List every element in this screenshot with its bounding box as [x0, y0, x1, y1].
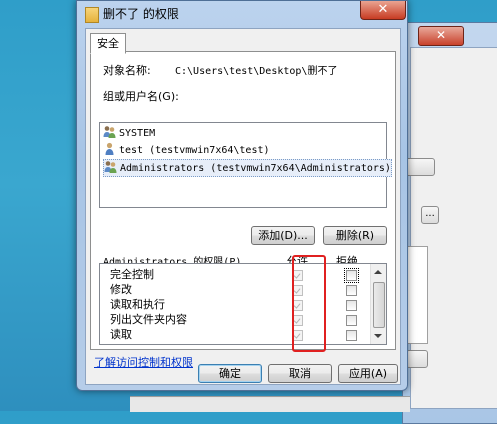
permission-name: 列出文件夹内容 [110, 313, 187, 326]
remove-button[interactable]: 删除(R) [323, 226, 387, 245]
principal-name: test (testvmwin7x64\test) [119, 145, 270, 156]
background-window-close-button[interactable]: ✕ [418, 26, 464, 46]
scroll-down-icon[interactable] [374, 334, 382, 338]
dialog-client: 安全 对象名称: C:\Users\test\Desktop\删不了 组或用户名… [85, 28, 401, 385]
deny-checkbox[interactable] [346, 300, 357, 311]
security-tab-panel: 对象名称: C:\Users\test\Desktop\删不了 组或用户名(G)… [90, 51, 396, 352]
tab-security[interactable]: 安全 [90, 33, 126, 54]
scroll-up-icon[interactable] [374, 270, 382, 274]
list-item[interactable]: SYSTEM [103, 125, 155, 141]
apply-button[interactable]: 应用(A) [338, 364, 398, 383]
folder-icon [85, 7, 99, 23]
object-name-value: C:\Users\test\Desktop\删不了 [175, 66, 338, 77]
deny-checkbox[interactable] [346, 315, 357, 326]
user-icon [103, 142, 116, 155]
deny-checkbox[interactable] [344, 268, 359, 283]
permissions-list: 完全控制 修改 读取和执行 列出文件夹内容 读取 [99, 263, 387, 345]
users-group-icon [103, 125, 116, 138]
ok-button[interactable]: 确定 [198, 364, 262, 383]
deny-checkbox[interactable] [346, 285, 357, 296]
background-more-button[interactable]: ... [421, 206, 439, 224]
cancel-button[interactable]: 取消 [268, 364, 332, 383]
permissions-scrollbar[interactable] [370, 264, 386, 344]
list-item[interactable]: test (testvmwin7x64\test) [103, 142, 270, 158]
add-button[interactable]: 添加(D)... [251, 226, 315, 245]
permission-name: 读取和执行 [110, 298, 165, 311]
principals-list[interactable]: SYSTEM test (testvmwin7x64\test) Adminis… [99, 122, 392, 208]
access-control-link[interactable]: 了解访问控制和权限 [94, 354, 193, 370]
users-group-icon [104, 160, 117, 173]
principal-name: SYSTEM [119, 128, 156, 139]
object-name-label: 对象名称: [103, 64, 151, 77]
background-window-client: ... [403, 47, 497, 409]
groups-label: 组或用户名(G): [103, 90, 179, 103]
permission-name: 修改 [110, 283, 132, 296]
background-button-2[interactable] [406, 350, 428, 368]
scroll-thumb[interactable] [373, 282, 385, 328]
allow-column-highlight [292, 255, 326, 352]
permission-name: 完全控制 [110, 268, 154, 281]
permissions-dialog: 删不了 的权限 ✕ 安全 对象名称: C:\Users\test\Desktop… [76, 0, 408, 391]
background-list [406, 246, 428, 344]
principal-name: Administrators (testvmwin7x64\Administra… [120, 163, 391, 174]
background-window-bottom [130, 396, 410, 412]
list-item-selected[interactable]: Administrators (testvmwin7x64\Administra… [103, 159, 392, 177]
permission-name: 读取 [110, 328, 132, 341]
deny-checkbox[interactable] [346, 330, 357, 341]
close-button[interactable]: ✕ [360, 1, 406, 20]
dialog-title: 删不了 的权限 [103, 7, 179, 21]
